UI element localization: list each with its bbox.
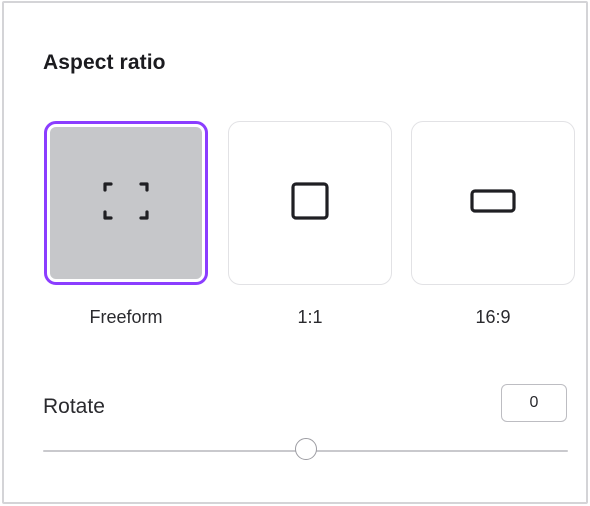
aspect-tile-16-9[interactable] bbox=[411, 121, 575, 285]
aspect-option-freeform[interactable] bbox=[44, 121, 212, 285]
aspect-option-16-9[interactable] bbox=[411, 121, 579, 285]
widescreen-rectangle-icon bbox=[469, 188, 517, 219]
aspect-label-freeform: Freeform bbox=[89, 307, 163, 327]
freeform-crop-icon bbox=[102, 181, 150, 226]
rotate-slider-thumb[interactable] bbox=[294, 438, 317, 460]
aspect-ratio-title: Aspect ratio bbox=[43, 51, 166, 74]
aspect-ratio-panel: Aspect ratio Freeform 1:1 16:9 Rotate 0 bbox=[2, 1, 588, 504]
aspect-label-16-9: 16:9 bbox=[475, 307, 511, 327]
aspect-tile-freeform[interactable] bbox=[44, 121, 208, 285]
rotate-label: Rotate bbox=[43, 395, 105, 418]
rotate-slider-track[interactable] bbox=[43, 438, 568, 460]
aspect-option-1-1[interactable] bbox=[228, 121, 396, 285]
aspect-label-1-1: 1:1 bbox=[297, 307, 323, 327]
aspect-tile-1-1[interactable] bbox=[228, 121, 392, 285]
rotate-value-input[interactable] bbox=[501, 384, 567, 422]
square-icon bbox=[290, 181, 330, 226]
